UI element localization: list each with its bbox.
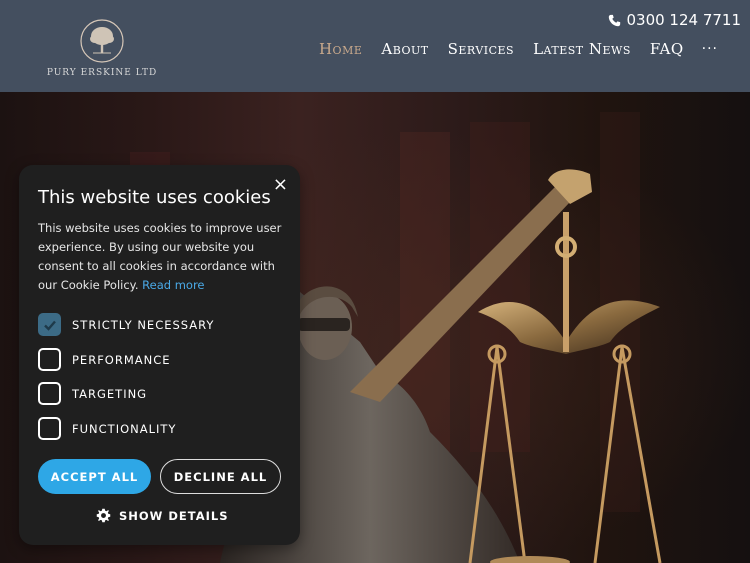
option-strictly-necessary[interactable]: STRICTLY NECESSARY — [38, 313, 214, 336]
option-label: PERFORMANCE — [72, 352, 171, 367]
cookie-consent-dialog: × This website uses cookies This website… — [19, 165, 300, 545]
show-details-button[interactable]: SHOW DETAILS — [96, 508, 229, 523]
nav-more-button[interactable]: ··· — [702, 41, 718, 57]
option-label: FUNCTIONALITY — [72, 421, 177, 436]
tree-icon — [80, 19, 124, 63]
cookie-title: This website uses cookies — [38, 187, 271, 208]
gear-icon — [96, 508, 111, 523]
option-performance[interactable]: PERFORMANCE — [38, 348, 171, 371]
checkbox-strictly-necessary[interactable] — [38, 313, 61, 336]
show-details-label: SHOW DETAILS — [119, 508, 229, 523]
phone-icon — [609, 14, 621, 26]
option-label: STRICTLY NECESSARY — [72, 317, 215, 332]
phone-number: 0300 124 7711 — [626, 11, 741, 29]
option-functionality[interactable]: FUNCTIONALITY — [38, 417, 176, 440]
option-targeting[interactable]: TARGETING — [38, 382, 147, 405]
option-label: TARGETING — [72, 386, 148, 401]
checkbox-targeting[interactable] — [38, 382, 61, 405]
brand-name: PURY ERSKINE LTD — [46, 68, 158, 78]
nav-item-faq[interactable]: FAQ — [650, 40, 684, 58]
nav-item-latest-news[interactable]: Latest News — [533, 40, 631, 58]
logo[interactable]: PURY ERSKINE LTD — [40, 18, 164, 78]
checkbox-functionality[interactable] — [38, 417, 61, 440]
site-header: PURY ERSKINE LTD 0300 124 7711 Home Abou… — [0, 0, 750, 92]
cookie-description: This website uses cookies to improve use… — [38, 219, 283, 295]
checkbox-performance[interactable] — [38, 348, 61, 371]
close-icon[interactable]: × — [273, 175, 288, 195]
accept-all-button[interactable]: ACCEPT ALL — [38, 459, 151, 494]
main-nav: Home About Services Latest News FAQ ··· — [300, 40, 718, 58]
read-more-link[interactable]: Read more — [142, 278, 204, 292]
decline-all-button[interactable]: DECLINE ALL — [160, 459, 281, 494]
nav-item-about[interactable]: About — [381, 40, 428, 58]
nav-item-home[interactable]: Home — [319, 40, 362, 58]
checkmark-icon — [43, 320, 56, 331]
phone-link[interactable]: 0300 124 7711 — [608, 11, 741, 29]
nav-item-services[interactable]: Services — [448, 40, 514, 58]
